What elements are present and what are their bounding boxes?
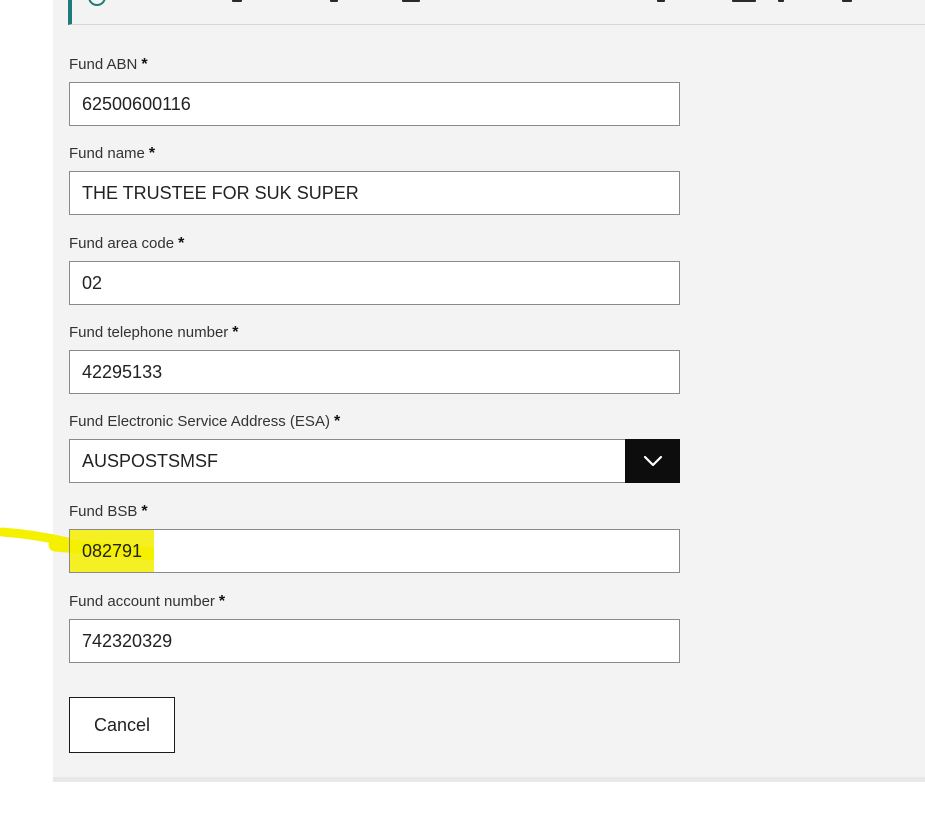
- fund-abn-label: Fund ABN *: [69, 56, 148, 73]
- required-mark: *: [178, 235, 185, 252]
- required-mark: *: [141, 503, 148, 520]
- fund-area-code-label: Fund area code *: [69, 235, 185, 252]
- fund-area-code-input[interactable]: [69, 261, 680, 305]
- fund-area-code-field: Fund area code *: [69, 235, 680, 305]
- info-circle-icon: [88, 0, 106, 6]
- required-mark: *: [218, 593, 226, 610]
- fund-bsb-field: Fund BSB *: [69, 503, 680, 573]
- fund-account-number-label: Fund account number *: [69, 593, 226, 610]
- fund-account-number-field: Fund account number *: [69, 593, 680, 663]
- chevron-down-icon: [643, 455, 662, 467]
- fund-account-number-input[interactable]: [69, 619, 680, 663]
- required-mark: *: [333, 413, 341, 430]
- fund-telephone-label: Fund telephone number *: [69, 324, 239, 341]
- fund-abn-input[interactable]: [69, 82, 680, 126]
- panel-bottom-edge: [53, 777, 925, 782]
- notice-text-fragment: [232, 0, 242, 2]
- fund-esa-select[interactable]: AUSPOSTSMSF: [69, 439, 680, 483]
- fund-name-field: Fund name *: [69, 145, 680, 215]
- info-notice: [68, 0, 925, 25]
- fund-name-label: Fund name *: [69, 145, 156, 162]
- fund-esa-selected-value[interactable]: AUSPOSTSMSF: [69, 439, 680, 483]
- fund-abn-field: Fund ABN *: [69, 56, 680, 126]
- notice-text-fragment: [330, 0, 338, 2]
- fund-esa-label: Fund Electronic Service Address (ESA) *: [69, 413, 341, 430]
- notice-text-fragment: [732, 0, 756, 2]
- fund-esa-field: Fund Electronic Service Address (ESA) * A…: [69, 413, 680, 483]
- required-mark: *: [141, 56, 148, 73]
- required-mark: *: [148, 145, 156, 162]
- fund-bsb-label: Fund BSB *: [69, 503, 148, 520]
- dropdown-toggle-button[interactable]: [625, 439, 680, 483]
- notice-text-fragment: [657, 0, 665, 2]
- fund-bsb-input[interactable]: [69, 529, 680, 573]
- fund-telephone-input[interactable]: [69, 350, 680, 394]
- fund-telephone-field: Fund telephone number *: [69, 324, 680, 394]
- notice-text-fragment: [778, 0, 784, 2]
- fund-name-input[interactable]: [69, 171, 680, 215]
- notice-text-fragment: [842, 0, 852, 2]
- required-mark: *: [232, 324, 239, 341]
- cancel-button[interactable]: Cancel: [69, 697, 175, 753]
- notice-text-fragment: [402, 0, 420, 2]
